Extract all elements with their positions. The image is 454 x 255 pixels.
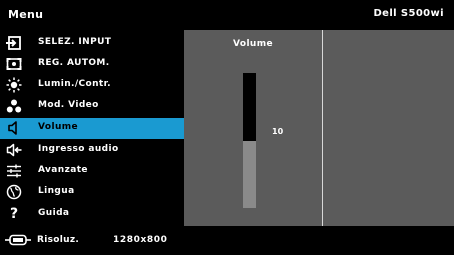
audio-input-icon bbox=[6, 143, 22, 157]
speaker-icon bbox=[8, 121, 17, 135]
model-name: Dell S500wi bbox=[373, 8, 444, 19]
resolution-value: 1280x800 bbox=[113, 235, 168, 245]
menu-item-label: Lingua bbox=[38, 186, 75, 196]
panel-title: Volume bbox=[232, 39, 274, 49]
globe-icon bbox=[6, 184, 22, 200]
menu-item-label: REG. AUTOM. bbox=[38, 58, 110, 68]
menu-item-label: SELEZ. INPUT bbox=[38, 37, 112, 47]
auto-adjust-icon bbox=[6, 58, 22, 70]
menu-item-brightness-contrast[interactable]: Lumin./Contr. bbox=[0, 75, 184, 96]
menu-item-audio-input[interactable]: Ingresso audio bbox=[0, 140, 184, 161]
menu-item-volume[interactable]: Volume bbox=[0, 118, 184, 139]
volume-value: 10 bbox=[272, 127, 284, 136]
menu-item-input-select[interactable]: SELEZ. INPUT bbox=[0, 33, 184, 54]
menu-item-label: Volume bbox=[38, 122, 79, 132]
osd-header: Menu Dell S500wi bbox=[0, 0, 454, 30]
osd-footer: Risoluz. 1280x800 bbox=[0, 226, 454, 255]
menu-item-advanced[interactable]: Avanzate bbox=[0, 161, 184, 182]
preview-panel bbox=[323, 30, 454, 226]
resolution-label: Risoluz. bbox=[37, 235, 80, 245]
menu-item-label: Ingresso audio bbox=[38, 144, 119, 154]
projector-osd: Menu Dell S500wi SELEZ. INPUT REG. AUTOM… bbox=[0, 0, 454, 255]
menu-item-label: Lumin./Contr. bbox=[38, 79, 111, 89]
resolution-icon bbox=[5, 234, 31, 246]
settings-sliders-icon bbox=[7, 164, 21, 178]
volume-slider-empty bbox=[243, 73, 256, 141]
volume-panel: Volume 10 bbox=[184, 30, 322, 226]
menu-item-label: Guida bbox=[38, 208, 70, 218]
menu-item-auto-adjust[interactable]: REG. AUTOM. bbox=[0, 54, 184, 75]
input-source-icon bbox=[6, 36, 21, 50]
video-mode-icon bbox=[6, 99, 22, 113]
volume-slider[interactable] bbox=[243, 73, 256, 208]
menu-item-label: Mod. Video bbox=[38, 100, 99, 110]
menu-title: Menu bbox=[8, 8, 44, 21]
osd-menu: SELEZ. INPUT REG. AUTOM. Lumin./Contr. M… bbox=[0, 30, 184, 226]
help-icon: ? bbox=[9, 206, 19, 222]
menu-item-help[interactable]: ? Guida bbox=[0, 204, 184, 225]
menu-item-label: Avanzate bbox=[38, 165, 88, 175]
menu-item-video-mode[interactable]: Mod. Video bbox=[0, 96, 184, 117]
menu-item-language[interactable]: Lingua bbox=[0, 182, 184, 203]
brightness-icon bbox=[6, 77, 22, 93]
